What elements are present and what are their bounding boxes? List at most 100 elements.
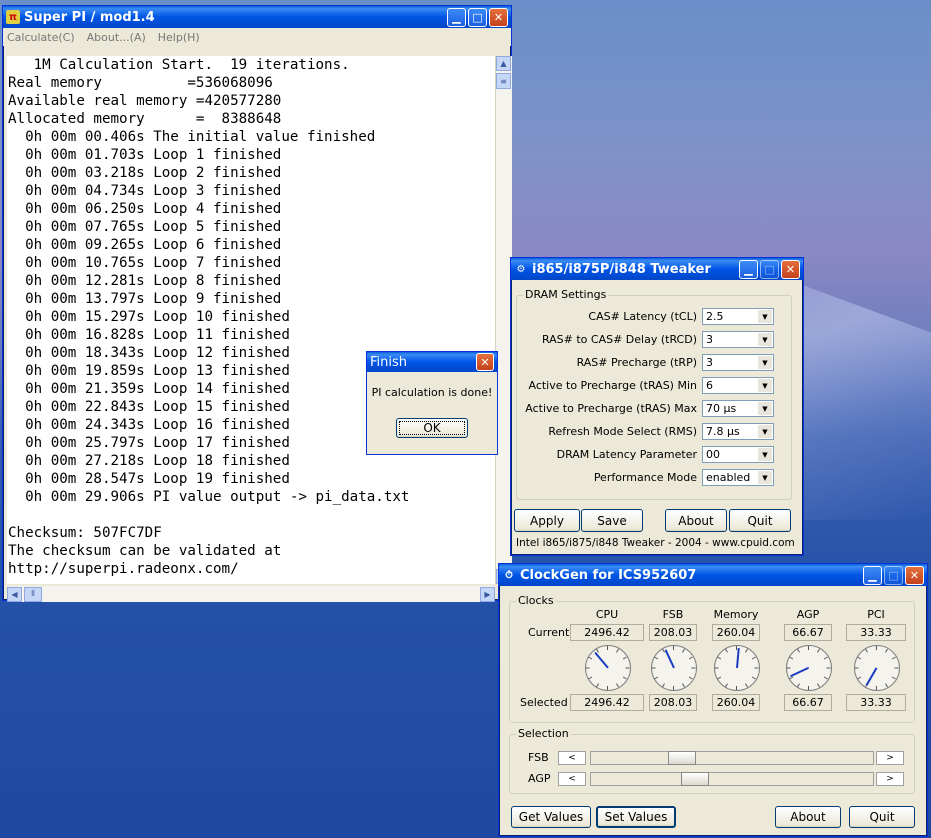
console-line: 0h 00m 07.765s Loop 5 finished [8,219,282,235]
dram-setting-value: enabled [706,471,751,484]
dram-setting-select[interactable]: enabled ▼ [702,469,774,486]
console-line: The checksum can be validated at [8,543,282,559]
menu-about[interactable]: About...(A) [87,31,146,44]
tweaker-title: i865/i875P/i848 Tweaker [532,261,711,277]
clocks-group: Clocks Current Selected CPU 2496.42 2496.4… [509,594,915,723]
dropdown-arrow-icon[interactable]: ▼ [758,310,772,323]
console-line: 0h 00m 06.250s Loop 4 finished [8,201,282,217]
agp-slider[interactable] [590,772,874,786]
dram-setting-value: 3 [706,333,713,346]
console-line: http://superpi.radeonx.com/ [8,561,239,577]
dram-setting-select[interactable]: 6 ▼ [702,377,774,394]
console-line: 0h 00m 13.797s Loop 9 finished [8,291,282,307]
dropdown-arrow-icon[interactable]: ▼ [758,402,772,415]
dram-setting-select[interactable]: 3 ▼ [702,354,774,371]
about-button[interactable]: About [665,509,727,532]
dram-setting-label: Active to Precharge (tRAS) Max [525,402,697,415]
minimize-button[interactable]: ▁ [739,260,758,279]
clock-column-header: PCI [867,608,885,621]
dram-setting-row: Active to Precharge (tRAS) Min 6 ▼ [517,377,774,394]
gauge-needle [790,667,810,678]
agp-slider-thumb[interactable] [681,772,709,786]
minimize-button[interactable]: ▁ [447,8,466,27]
dram-setting-label: Active to Precharge (tRAS) Min [528,379,697,392]
fsb-increase-icon[interactable]: > [876,751,904,765]
menu-help[interactable]: Help(H) [158,31,200,44]
dram-setting-value: 2.5 [706,310,724,323]
console-line: 1M Calculation Start. 19 iterations. [8,57,350,73]
finish-close-button[interactable]: ✕ [476,353,494,371]
dram-setting-select[interactable]: 3 ▼ [702,331,774,348]
hscroll-thumb[interactable]: ⦀ [24,586,42,602]
selected-clock-value: 33.33 [846,694,906,711]
dropdown-arrow-icon[interactable]: ▼ [758,425,772,438]
fsb-slider[interactable] [590,751,874,765]
superpi-window: π Super PI / mod1.4 ▁ □ ✕ Calculate(C) A… [2,5,512,602]
selection-group: Selection FSB < > AGP < > [509,727,915,794]
clockgen-title: ClockGen for ICS952607 [520,567,697,583]
agp-decrease-icon[interactable]: < [558,772,586,786]
selected-clock-value: 208.03 [649,694,697,711]
dropdown-arrow-icon[interactable]: ▼ [758,379,772,392]
clock-column-header: Memory [713,608,759,621]
agp-increase-icon[interactable]: > [876,772,904,786]
dram-setting-row: Active to Precharge (tRAS) Max 70 µs ▼ [517,400,774,417]
maximize-button[interactable]: □ [468,8,487,27]
quit-button[interactable]: Quit [729,509,791,532]
dram-setting-select[interactable]: 00 ▼ [702,446,774,463]
dram-setting-select[interactable]: 2.5 ▼ [702,308,774,325]
fsb-slider-thumb[interactable] [668,751,696,765]
save-button[interactable]: Save [581,509,643,532]
close-button[interactable]: ✕ [781,260,800,279]
gauge-needle [736,648,740,669]
dropdown-arrow-icon[interactable]: ▼ [758,333,772,346]
console-line: 0h 00m 16.828s Loop 11 finished [8,327,290,343]
finish-message: PI calculation is done! [371,386,493,399]
tweaker-app-icon: ⚙ [516,263,526,275]
tweaker-window: ⚙ i865/i875P/i848 Tweaker ▁ □ ✕ DRAM Set… [510,257,804,556]
finish-titlebar[interactable]: Finish ✕ [367,352,497,372]
dram-setting-select[interactable]: 7.8 µs ▼ [702,423,774,440]
apply-button[interactable]: Apply [514,509,580,532]
dropdown-arrow-icon[interactable]: ▼ [758,471,772,484]
scroll-left-icon[interactable]: ◀ [7,586,22,602]
superpi-titlebar[interactable]: π Super PI / mod1.4 ▁ □ ✕ [3,6,511,28]
dram-setting-label: RAS# to CAS# Delay (tRCD) [541,333,697,346]
set-values-button[interactable]: Set Values [596,806,676,828]
superpi-app-icon: π [6,10,20,24]
close-button[interactable]: ✕ [905,566,924,585]
get-values-button[interactable]: Get Values [511,806,591,828]
dram-setting-label: DRAM Latency Parameter [556,448,697,461]
fsb-decrease-icon[interactable]: < [558,751,586,765]
tweaker-footer: Intel i865/i875/i848 Tweaker - 2004 - ww… [516,537,795,549]
gauge-needle [594,652,609,669]
scroll-right-icon[interactable]: ▶ [480,586,495,602]
clockgen-titlebar[interactable]: ⏱ ClockGen for ICS952607 ▁ □ ✕ [499,564,927,586]
scroll-up-icon[interactable]: ▲ [496,56,511,71]
console-line: 0h 00m 28.547s Loop 19 finished [8,471,290,487]
clock-gauge-icon [651,645,697,691]
minimize-button[interactable]: ▁ [863,566,882,585]
horizontal-scrollbar[interactable]: ◀ ⦀ ▶ [7,586,495,602]
close-button[interactable]: ✕ [489,8,508,27]
dropdown-arrow-icon[interactable]: ▼ [758,448,772,461]
superpi-output-console[interactable]: 1M Calculation Start. 19 iterations. Real… [7,56,496,584]
console-line: 0h 00m 03.218s Loop 2 finished [8,165,282,181]
dram-setting-row: DRAM Latency Parameter 00 ▼ [517,446,774,463]
scroll-thumb[interactable]: ≡ [496,73,511,89]
clock-gauge-icon [714,645,760,691]
clockgen-window: ⏱ ClockGen for ICS952607 ▁ □ ✕ Clocks Cu… [498,563,928,837]
current-row-label: Current [528,626,570,639]
about-button[interactable]: About [775,806,841,828]
dropdown-arrow-icon[interactable]: ▼ [758,356,772,369]
clock-gauge-icon [585,645,631,691]
dram-setting-select[interactable]: 70 µs ▼ [702,400,774,417]
menu-calculate[interactable]: Calculate(C) [7,31,75,44]
selected-clock-value: 2496.42 [570,694,644,711]
finish-title: Finish [370,354,408,370]
tweaker-titlebar[interactable]: ⚙ i865/i875P/i848 Tweaker ▁ □ ✕ [511,258,803,280]
ok-button[interactable]: OK [396,418,468,438]
console-line: Available real memory =420577280 [8,93,282,109]
quit-button[interactable]: Quit [849,806,915,828]
